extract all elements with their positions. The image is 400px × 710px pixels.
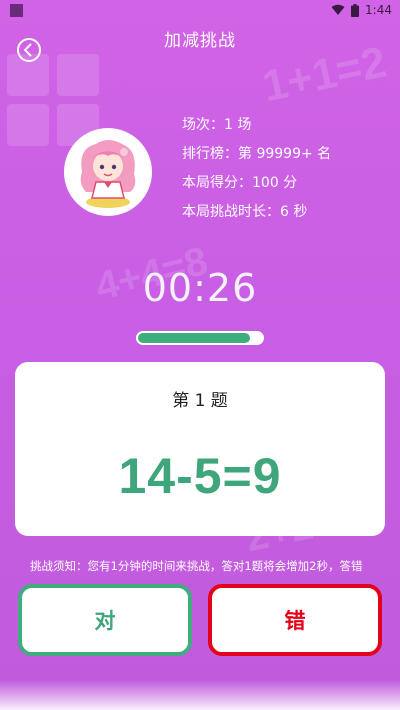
status-bar: 1:44 (0, 0, 400, 24)
header: 加减挑战 (0, 24, 400, 62)
battery-icon (351, 3, 360, 17)
stat-leaderboard: 排行榜：第 99999+ 名 (182, 146, 332, 162)
stats-panel: 场次：1 场 排行榜：第 99999+ 名 本局得分：100 分 本局挑战时长：… (182, 111, 331, 227)
wrong-button[interactable]: 错 (208, 584, 382, 656)
anime-girl-avatar-icon (80, 140, 136, 208)
question-card: 第 1 题 14-5=9 (15, 362, 385, 536)
time-progress-bar (136, 331, 264, 345)
wrong-button-label: 错 (284, 609, 306, 633)
status-time: 1:44 (365, 3, 392, 17)
app-indicator-icon (10, 4, 23, 17)
question-expression: 14-5=9 (118, 448, 282, 504)
stat-duration: 本局挑战时长：6 秒 (182, 204, 308, 220)
countdown-timer: 00:26 (142, 266, 258, 310)
status-right: 1:44 (331, 3, 392, 17)
question-number: 第 1 题 (172, 391, 228, 411)
time-progress-fill (138, 333, 250, 343)
correct-button[interactable]: 对 (18, 584, 192, 656)
avatar (64, 128, 152, 216)
bottom-fade-overlay (0, 680, 400, 710)
stat-games: 场次：1 场 (182, 117, 252, 133)
correct-button-label: 对 (94, 609, 116, 633)
stat-score: 本局得分：100 分 (182, 175, 298, 191)
challenge-notice: 挑战须知：您有1分钟的时间来挑战，答对1题将会增加2秒，答错 (30, 559, 363, 573)
page-title: 加减挑战 (164, 31, 236, 51)
wifi-icon (331, 4, 345, 15)
